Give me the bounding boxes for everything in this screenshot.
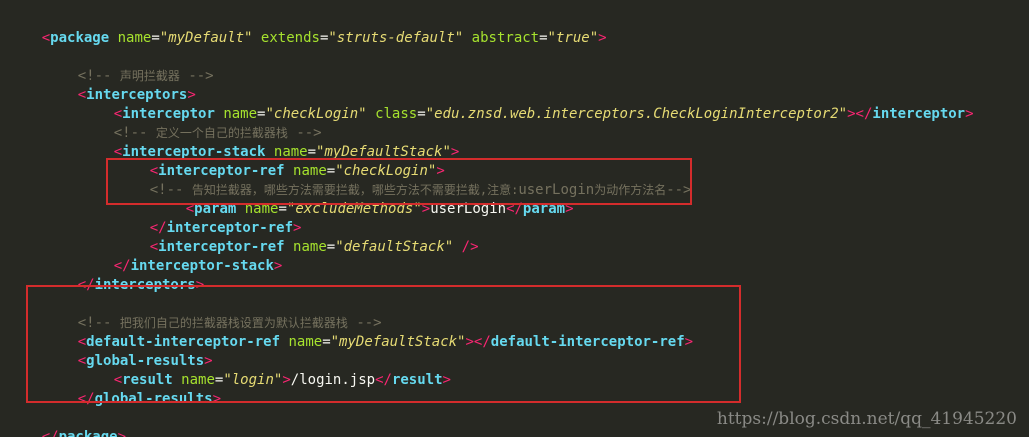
tag-bracket: < — [41, 30, 51, 46]
tag-name: package — [50, 30, 110, 46]
code-line: </package> — [8, 409, 126, 437]
highlight-box-default-stack — [26, 285, 741, 403]
tag-bracket: /> — [461, 239, 479, 255]
attribute-value: "myDefault" — [159, 30, 253, 46]
tag-bracket: </ — [41, 429, 59, 437]
code-line: <interceptor-stack name="myDefaultStack"… — [113, 144, 460, 160]
code-line: </interceptors> — [8, 257, 204, 293]
attribute-name: class — [375, 106, 418, 122]
tag-name: interceptor — [872, 106, 966, 122]
tag-bracket: </ — [855, 106, 873, 122]
tag-bracket: > — [273, 258, 283, 274]
attribute-name: extends — [260, 30, 320, 46]
tag-bracket: > — [965, 106, 974, 122]
code-line: <!-- 声明拦截器 --> — [8, 48, 214, 84]
attribute-value: "defaultStack" — [335, 239, 454, 255]
highlight-box-exclude-methods — [106, 158, 692, 205]
watermark: https://blog.csdn.net/qq_41945220 — [716, 409, 1017, 429]
attribute-value: "true" — [547, 30, 599, 46]
attribute-value: "struts-default" — [328, 30, 464, 46]
tag-bracket: > — [117, 429, 127, 437]
tag-bracket: > — [847, 106, 856, 122]
code-editor: <package name="myDefault" extends="strut… — [0, 0, 1029, 437]
attribute-name: name — [293, 239, 327, 255]
code-line: <interceptor name="checkLogin" class="ed… — [113, 106, 974, 122]
code-line: <!-- 定义一个自己的拦截器栈 --> — [8, 105, 322, 141]
code-line: </interceptor-stack> — [8, 238, 283, 274]
code-line: <package name="myDefault" extends="strut… — [41, 30, 607, 46]
tag-bracket: > — [598, 30, 607, 46]
attribute-name: abstract — [471, 30, 540, 46]
code-line: <interceptors> — [8, 67, 196, 103]
attribute-name: name — [117, 30, 152, 46]
attribute-value: "edu.znsd.web.interceptors.CheckLoginInt… — [425, 106, 848, 122]
tag-name: package — [58, 429, 118, 437]
code-line: <interceptor-ref name="defaultStack" /> — [149, 239, 479, 255]
